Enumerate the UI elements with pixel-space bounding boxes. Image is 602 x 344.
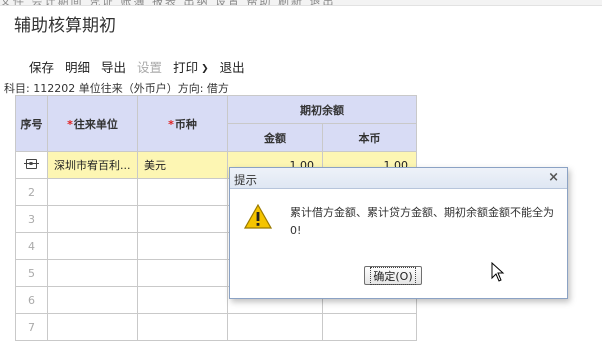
print-label: 打印 xyxy=(173,59,199,75)
header-partner-label: 往来单位 xyxy=(73,117,118,131)
detail-button[interactable]: 明细 xyxy=(65,57,90,76)
cell-currency[interactable] xyxy=(137,313,228,341)
row-number: 4 xyxy=(15,232,48,260)
warning-icon xyxy=(244,204,272,229)
header-local-currency: 本币 xyxy=(322,123,417,152)
alert-dialog: 提示 × 累计借方金额、累计贷方金额、期初余额金额不能全为0! 确定(O) xyxy=(229,167,568,299)
window-title: 辅助核算期初 xyxy=(14,16,116,36)
toolbar: 保存 明细 导出 设置 打印 ❯ 退出 xyxy=(29,57,256,75)
row-number: 5 xyxy=(15,259,48,287)
exit-button[interactable]: 退出 xyxy=(220,57,245,76)
background-menu-strip: 文件 会计期间 凭证 账簿 报表 出纳 设置 帮助 刷新 退出 xyxy=(0,0,602,6)
row-edit-icon[interactable] xyxy=(15,151,48,179)
header-seq: 序号 xyxy=(15,95,48,152)
chevron-down-icon: ❯ xyxy=(201,63,209,74)
cell-local[interactable] xyxy=(322,313,417,341)
close-icon[interactable]: × xyxy=(548,170,559,185)
cell-currency[interactable] xyxy=(137,286,228,314)
ok-button-label: 确定(O) xyxy=(370,266,416,285)
row-number: 3 xyxy=(15,205,48,233)
cell-currency[interactable] xyxy=(137,178,228,206)
print-button[interactable]: 打印 ❯ xyxy=(173,57,209,76)
cell-currency[interactable] xyxy=(137,205,228,233)
save-button[interactable]: 保存 xyxy=(29,57,54,76)
cell-partner[interactable] xyxy=(47,313,138,341)
settings-button[interactable]: 设置 xyxy=(137,57,162,76)
header-currency-label: 币种 xyxy=(174,117,197,131)
row-number: 7 xyxy=(15,313,48,341)
cell-partner[interactable] xyxy=(47,286,138,314)
dialog-message: 累计借方金额、累计贷方金额、期初余额金额不能全为0! xyxy=(290,206,554,237)
header-opening-balance: 期初余额 xyxy=(227,95,417,124)
cell-currency[interactable] xyxy=(137,259,228,287)
cell-amount[interactable] xyxy=(227,313,323,341)
dialog-title: 提示 xyxy=(234,173,257,187)
row-number: 6 xyxy=(15,286,48,314)
ok-button[interactable]: 确定(O) xyxy=(364,266,422,285)
cell-partner[interactable] xyxy=(47,178,138,206)
cell-currency[interactable]: 美元 xyxy=(137,151,228,179)
table-row[interactable]: 7 xyxy=(15,313,417,341)
header-amount: 金额 xyxy=(227,123,323,152)
cell-partner[interactable] xyxy=(47,232,138,260)
header-partner: *往来单位 xyxy=(47,95,138,152)
row-number: 2 xyxy=(15,178,48,206)
required-mark: * xyxy=(67,117,73,131)
dialog-titlebar[interactable]: 提示 × xyxy=(230,168,567,189)
subject-info: 科目: 112202 单位往来（外币户）方向: 借方 xyxy=(4,82,229,95)
header-currency: *币种 xyxy=(137,95,228,152)
required-mark: * xyxy=(168,117,174,131)
export-button[interactable]: 导出 xyxy=(101,57,126,76)
cell-partner[interactable]: 深圳市宥百利... xyxy=(47,151,138,179)
mouse-cursor-icon xyxy=(491,262,505,282)
cell-partner[interactable] xyxy=(47,259,138,287)
cell-currency[interactable] xyxy=(137,232,228,260)
cell-partner[interactable] xyxy=(47,205,138,233)
